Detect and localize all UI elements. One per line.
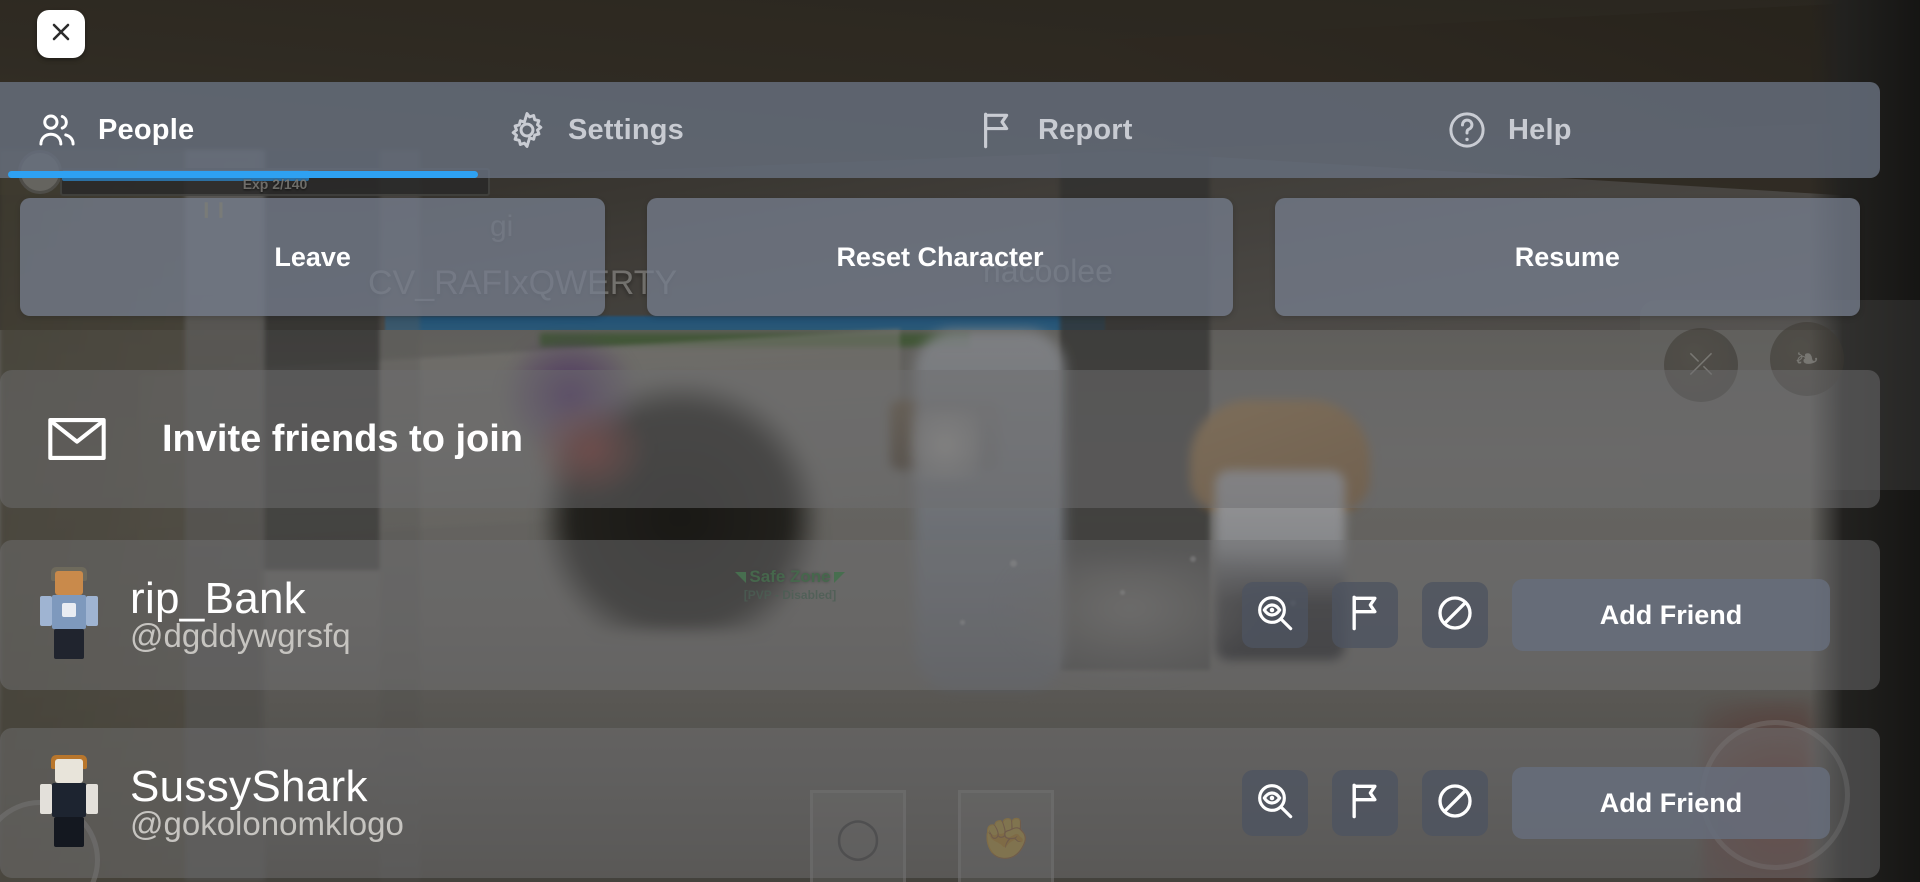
tab-help[interactable]: Help (1410, 82, 1880, 178)
close-x-icon (49, 20, 73, 49)
add-friend-button[interactable]: Add Friend (1512, 579, 1830, 651)
invite-friends-row[interactable]: Invite friends to join (0, 370, 1880, 508)
block-player-button[interactable] (1422, 770, 1488, 836)
avatar (36, 755, 102, 851)
close-menu-button[interactable] (37, 10, 85, 58)
player-handle: @dgddywgrsfq (130, 617, 351, 655)
question-circle-icon (1446, 109, 1488, 151)
people-icon (36, 109, 78, 151)
player-identity: rip_Bank @dgddywgrsfq (130, 576, 351, 654)
flag-icon (1345, 781, 1385, 826)
tab-report[interactable]: Report (940, 82, 1410, 178)
player-list-row[interactable]: SussyShark @gokolonomklogo Add Friend (0, 728, 1880, 878)
report-player-button[interactable] (1332, 582, 1398, 648)
tab-settings[interactable]: Settings (470, 82, 940, 178)
player-handle: @gokolonomklogo (130, 805, 404, 843)
menu-action-row: Leave Reset Character Resume (0, 198, 1880, 316)
flag-icon (1345, 593, 1385, 638)
tab-report-label: Report (1038, 113, 1133, 146)
block-circle-slash-icon (1435, 781, 1475, 826)
reset-character-button[interactable]: Reset Character (647, 198, 1233, 316)
player-display-name: rip_Bank (130, 574, 307, 624)
magnifier-eye-icon (1255, 781, 1295, 826)
magnifier-eye-icon (1255, 593, 1295, 638)
in-game-menu-overlay: People Settings Report Help Leave Reset … (0, 0, 1920, 882)
screen-root: Exp 2/140 ❙❙ gi CV_RAFIxQWERTY nacoolee … (0, 0, 1920, 882)
leave-button[interactable]: Leave (20, 198, 606, 316)
block-circle-slash-icon (1435, 593, 1475, 638)
player-identity: SussyShark @gokolonomklogo (130, 764, 404, 842)
tab-people[interactable]: People (0, 82, 470, 178)
add-friend-button[interactable]: Add Friend (1512, 767, 1830, 839)
mail-envelope-icon (48, 417, 106, 461)
invite-friends-label: Invite friends to join (162, 417, 524, 460)
block-player-button[interactable] (1422, 582, 1488, 648)
player-row-actions: Add Friend (1242, 579, 1880, 651)
report-player-button[interactable] (1332, 770, 1398, 836)
active-tab-indicator (8, 171, 478, 178)
player-display-name: SussyShark (130, 762, 368, 812)
inspect-avatar-button[interactable] (1242, 770, 1308, 836)
resume-button[interactable]: Resume (1274, 198, 1860, 316)
menu-tabbar: People Settings Report Help (0, 82, 1880, 178)
tab-help-label: Help (1508, 113, 1572, 146)
flag-icon (976, 109, 1018, 151)
avatar (36, 567, 102, 663)
player-row-actions: Add Friend (1242, 767, 1880, 839)
inspect-avatar-button[interactable] (1242, 582, 1308, 648)
tab-settings-label: Settings (568, 113, 684, 146)
player-list-row[interactable]: rip_Bank @dgddywgrsfq Add Friend (0, 540, 1880, 690)
gear-icon (506, 109, 548, 151)
tab-people-label: People (98, 113, 195, 146)
